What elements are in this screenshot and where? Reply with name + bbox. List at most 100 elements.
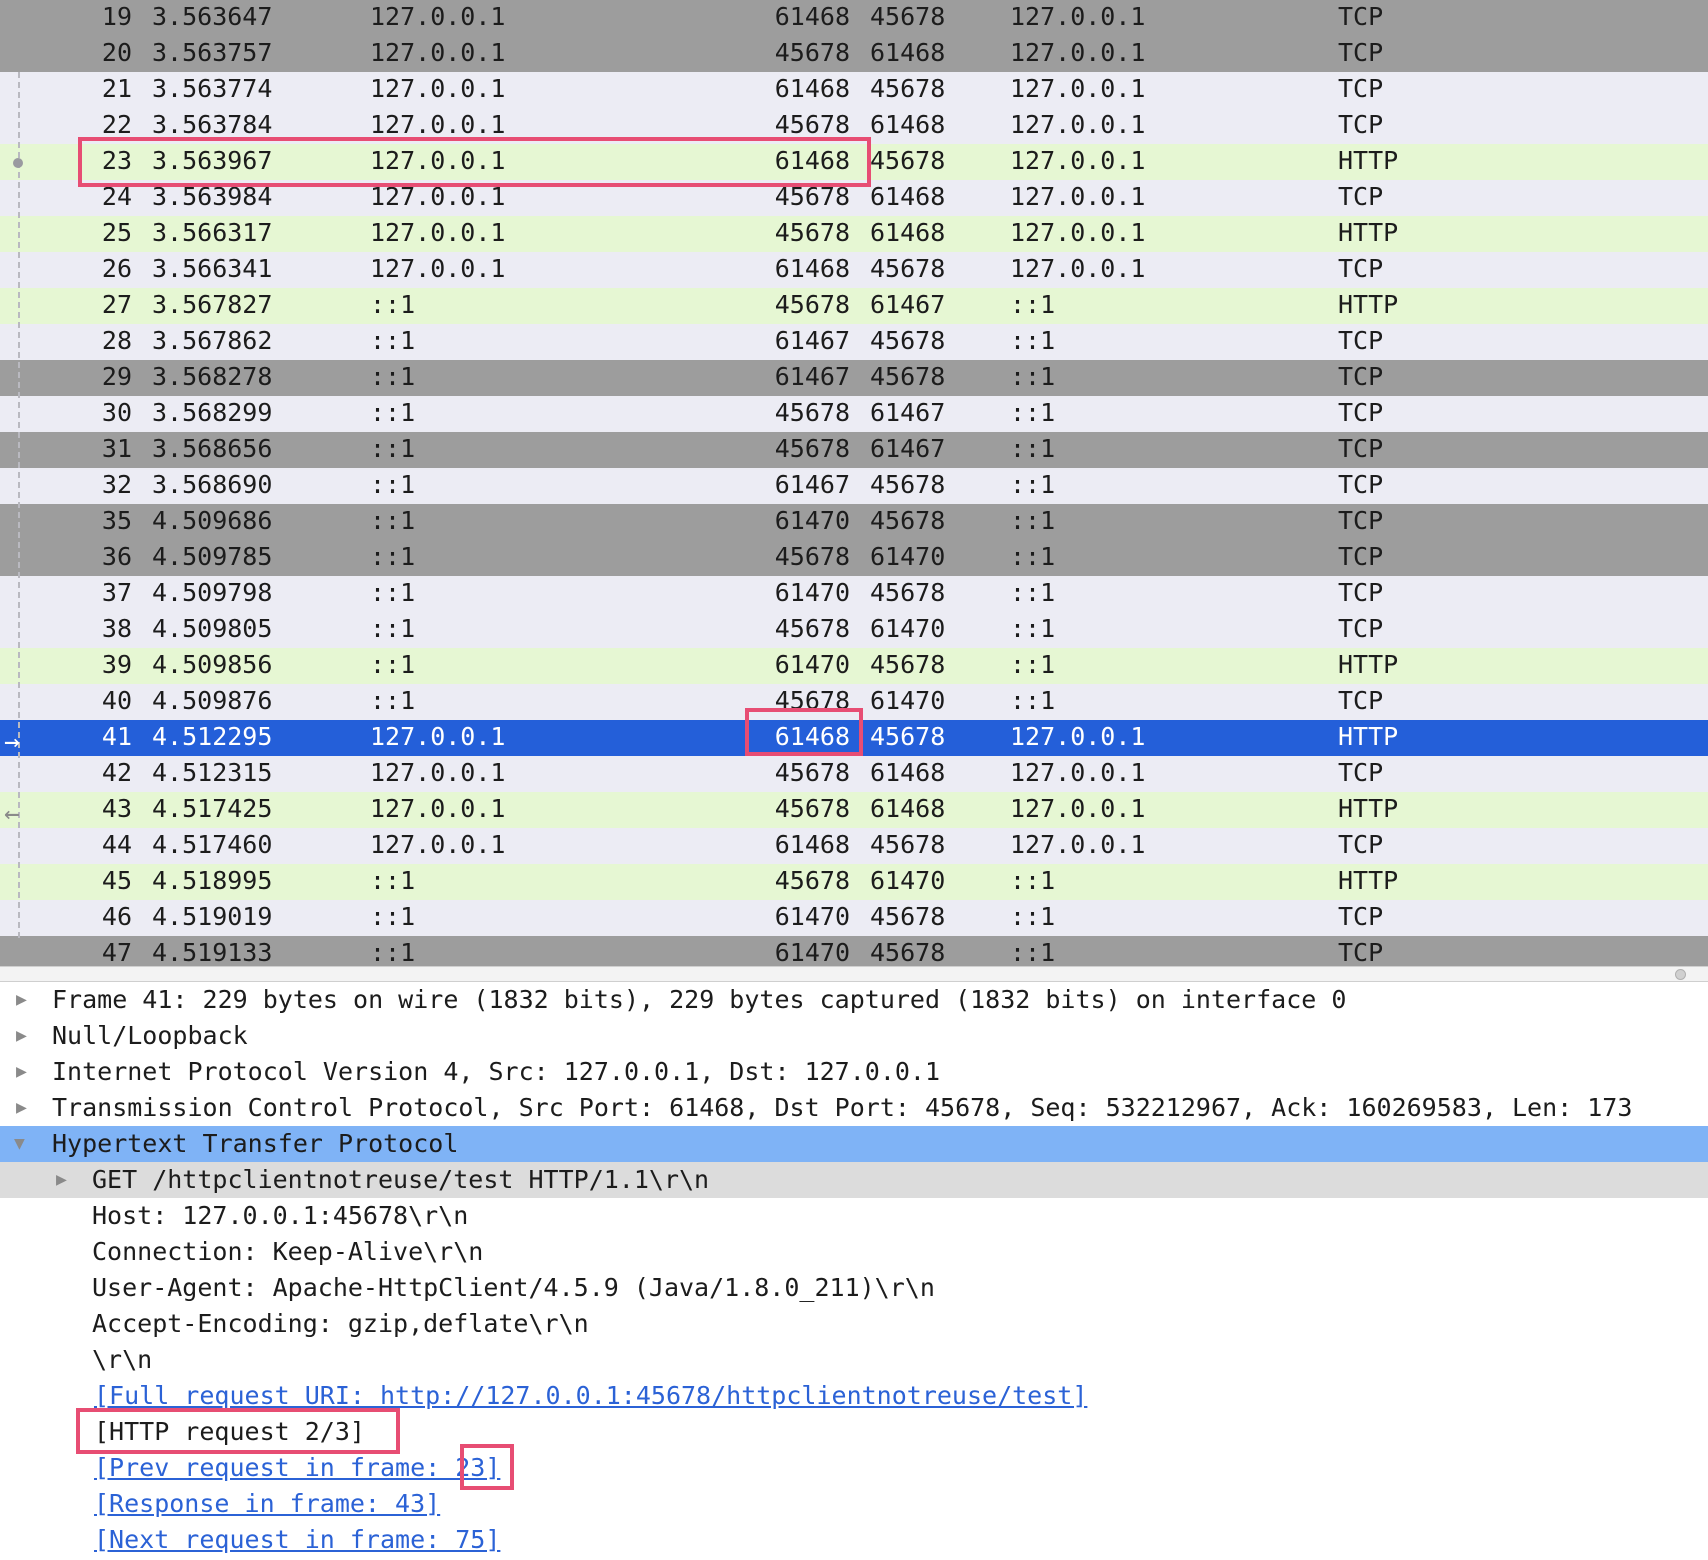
- packet-row[interactable]: 22 3.563784 127.0.0.1 45678 61468 127.0.0.1 TC…: [0, 108, 1708, 144]
- packet-cell-proto: TCP: [1338, 38, 1384, 67]
- packet-cell-src: ::1: [370, 686, 416, 715]
- packet-cell-src: 127.0.0.1: [370, 74, 506, 103]
- packet-cell-no: 35: [101, 506, 132, 535]
- packet-cell-dst: 127.0.0.1: [1010, 38, 1146, 67]
- packet-cell-no: 40: [101, 686, 132, 715]
- detail-http-request-number[interactable]: [HTTP request 2/3]: [0, 1414, 1708, 1450]
- packet-cell-proto: HTTP: [1338, 722, 1399, 751]
- next-request-link[interactable]: [Next request in frame: 75]: [94, 1522, 500, 1557]
- packet-row[interactable]: 32 3.568690::1 61467 45678::1 TCP: [0, 468, 1708, 504]
- packet-row[interactable]: 19 3.563647 127.0.0.1 61468 45678 127.0.0.1 TC…: [0, 0, 1708, 36]
- packet-row[interactable]: 38 4.509805::1 45678 61470::1 TCP: [0, 612, 1708, 648]
- splitter-handle-icon[interactable]: [1675, 969, 1686, 980]
- detail-http-full-uri[interactable]: [Full request URI: http://127.0.0.1:4567…: [0, 1378, 1708, 1414]
- packet-cell-src: ::1: [370, 326, 416, 355]
- detail-http-user-agent[interactable]: User-Agent: Apache-HttpClient/4.5.9 (Jav…: [0, 1270, 1708, 1306]
- expand-triangle-icon[interactable]: ▶: [56, 1162, 67, 1197]
- packet-row[interactable]: 47 4.519133::1 61470 45678::1 TCP: [0, 936, 1708, 966]
- packet-cell-src: ::1: [370, 362, 416, 391]
- packet-row[interactable]: 40 4.509876::1 45678 61470::1 TCP: [0, 684, 1708, 720]
- detail-http-connection[interactable]: Connection: Keep-Alive\r\n: [0, 1234, 1708, 1270]
- packet-row[interactable]: 35 4.509686::1 61470 45678::1 TCP: [0, 504, 1708, 540]
- packet-cell-dst: ::1: [1010, 506, 1056, 535]
- packet-cell-dport: 45678: [870, 830, 946, 859]
- packet-cell-no: 46: [101, 902, 132, 931]
- packet-row[interactable]: 37 4.509798::1 61470 45678::1 TCP: [0, 576, 1708, 612]
- packet-cell-no: 39: [101, 650, 132, 679]
- prev-request-link[interactable]: [Prev request in frame: 23]: [94, 1450, 500, 1485]
- packet-cell-src: 127.0.0.1: [370, 110, 506, 139]
- packet-cell-sport: 61470: [774, 578, 850, 607]
- packet-cell-sport: 45678: [774, 434, 850, 463]
- packet-cell-no: 30: [101, 398, 132, 427]
- packet-list[interactable]: 19 3.563647 127.0.0.1 61468 45678 127.0.0.1 TC…: [0, 0, 1708, 966]
- packet-cell-dport: 45678: [870, 362, 946, 391]
- packet-cell-dst: 127.0.0.1: [1010, 146, 1146, 175]
- packet-row[interactable]: 41 4.512295 127.0.0.1 61468 45678 127.0.0.1 HT…: [0, 720, 1708, 756]
- expand-triangle-icon[interactable]: ▶: [16, 982, 27, 1017]
- packet-cell-dport: 61470: [870, 866, 946, 895]
- packet-row[interactable]: 30 3.568299::1 45678 61467::1 TCP: [0, 396, 1708, 432]
- detail-http-get[interactable]: ▶ GET /httpclientnotreuse/test HTTP/1.1\…: [0, 1162, 1708, 1198]
- packet-row[interactable]: 39 4.509856::1 61470 45678::1 HTTP: [0, 648, 1708, 684]
- packet-row[interactable]: 43 4.517425 127.0.0.1 45678 61468 127.0.0.1 HT…: [0, 792, 1708, 828]
- detail-http-host[interactable]: Host: 127.0.0.1:45678\r\n: [0, 1198, 1708, 1234]
- packet-row[interactable]: 45 4.518995::1 45678 61470::1 HTTP: [0, 864, 1708, 900]
- packet-row[interactable]: 46 4.519019::1 61470 45678::1 TCP: [0, 900, 1708, 936]
- packet-cell-sport: 45678: [774, 398, 850, 427]
- packet-cell-sport: 61467: [774, 470, 850, 499]
- packet-cell-src: 127.0.0.1: [370, 218, 506, 247]
- packet-row[interactable]: 25 3.566317 127.0.0.1 45678 61468 127.0.0.1 HT…: [0, 216, 1708, 252]
- packet-row[interactable]: 24 3.563984 127.0.0.1 45678 61468 127.0.0.1 TC…: [0, 180, 1708, 216]
- packet-row[interactable]: 31 3.568656::1 45678 61467::1 TCP: [0, 432, 1708, 468]
- detail-http-crlf-label: \r\n: [92, 1345, 153, 1374]
- detail-http-response[interactable]: [Response in frame: 43]: [0, 1486, 1708, 1522]
- packet-cell-dst: ::1: [1010, 470, 1056, 499]
- expand-triangle-icon[interactable]: ▶: [16, 1054, 27, 1089]
- packet-cell-time: 4.509876: [152, 686, 273, 715]
- detail-http-accept-encoding[interactable]: Accept-Encoding: gzip,deflate\r\n: [0, 1306, 1708, 1342]
- packet-row[interactable]: 29 3.568278::1 61467 45678::1 TCP: [0, 360, 1708, 396]
- packet-cell-dst: 127.0.0.1: [1010, 758, 1146, 787]
- detail-frame[interactable]: ▶ Frame 41: 229 bytes on wire (1832 bits…: [0, 982, 1708, 1018]
- packet-cell-sport: 61468: [774, 74, 850, 103]
- packet-cell-proto: TCP: [1338, 938, 1384, 966]
- pane-splitter[interactable]: [0, 966, 1708, 982]
- packet-cell-dst: 127.0.0.1: [1010, 182, 1146, 211]
- packet-row[interactable]: 44 4.517460 127.0.0.1 61468 45678 127.0.0.1 TC…: [0, 828, 1708, 864]
- packet-row[interactable]: 23 3.563967 127.0.0.1 61468 45678 127.0.0.1 HT…: [0, 144, 1708, 180]
- packet-cell-no: 42: [101, 758, 132, 787]
- detail-null-loopback[interactable]: ▶ Null/Loopback: [0, 1018, 1708, 1054]
- packet-row[interactable]: 21 3.563774 127.0.0.1 61468 45678 127.0.0.1 TC…: [0, 72, 1708, 108]
- packet-details[interactable]: ▶ Frame 41: 229 bytes on wire (1832 bits…: [0, 982, 1708, 1560]
- packet-row[interactable]: 42 4.512315 127.0.0.1 45678 61468 127.0.0.1 TC…: [0, 756, 1708, 792]
- packet-cell-dport: 61467: [870, 290, 946, 319]
- detail-http-next-request[interactable]: [Next request in frame: 75]: [0, 1522, 1708, 1558]
- packet-cell-src: 127.0.0.1: [370, 38, 506, 67]
- detail-ipv4[interactable]: ▶ Internet Protocol Version 4, Src: 127.…: [0, 1054, 1708, 1090]
- full-request-uri-link[interactable]: [Full request URI: http://127.0.0.1:4567…: [94, 1378, 1087, 1413]
- packet-cell-src: 127.0.0.1: [370, 254, 506, 283]
- packet-row[interactable]: 27 3.567827::1 45678 61467::1 HTTP: [0, 288, 1708, 324]
- detail-http-user-agent-label: User-Agent: Apache-HttpClient/4.5.9 (Jav…: [92, 1273, 935, 1302]
- packet-cell-dport: 61470: [870, 686, 946, 715]
- packet-cell-proto: HTTP: [1338, 794, 1399, 823]
- packet-row[interactable]: 28 3.567862::1 61467 45678::1 TCP: [0, 324, 1708, 360]
- packet-cell-no: 36: [101, 542, 132, 571]
- packet-cell-proto: HTTP: [1338, 866, 1399, 895]
- detail-http[interactable]: ▼ Hypertext Transfer Protocol: [0, 1126, 1708, 1162]
- packet-cell-sport: 61468: [774, 830, 850, 859]
- response-frame-link[interactable]: [Response in frame: 43]: [94, 1486, 440, 1521]
- detail-http-crlf[interactable]: \r\n: [0, 1342, 1708, 1378]
- packet-cell-dst: ::1: [1010, 938, 1056, 966]
- collapse-triangle-icon[interactable]: ▼: [14, 1126, 25, 1161]
- packet-cell-time: 4.519019: [152, 902, 273, 931]
- expand-triangle-icon[interactable]: ▶: [16, 1018, 27, 1053]
- detail-tcp[interactable]: ▶ Transmission Control Protocol, Src Por…: [0, 1090, 1708, 1126]
- packet-row[interactable]: 20 3.563757 127.0.0.1 45678 61468 127.0.0.1 TC…: [0, 36, 1708, 72]
- packet-cell-time: 3.567827: [152, 290, 273, 319]
- detail-http-prev-request[interactable]: [Prev request in frame: 23]: [0, 1450, 1708, 1486]
- packet-row[interactable]: 36 4.509785::1 45678 61470::1 TCP: [0, 540, 1708, 576]
- packet-row[interactable]: 26 3.566341 127.0.0.1 61468 45678 127.0.0.1 TC…: [0, 252, 1708, 288]
- expand-triangle-icon[interactable]: ▶: [16, 1090, 27, 1125]
